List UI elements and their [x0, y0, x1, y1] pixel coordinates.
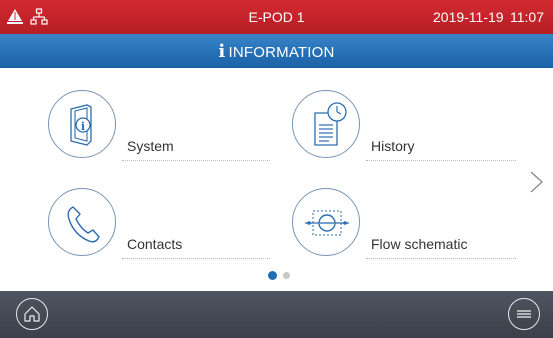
page-dot-1[interactable]	[268, 271, 277, 280]
information-menu: i System History Contacts Flow schematic	[0, 68, 553, 291]
tile-system[interactable]: i System	[48, 90, 273, 162]
status-bar: E-POD 1 2019-11-19 11:07	[0, 0, 553, 34]
tile-system-divider	[122, 160, 270, 161]
footer-bar	[0, 291, 553, 338]
system-icon-circle: i	[48, 90, 116, 158]
page-title: i INFORMATION	[0, 41, 553, 62]
page-indicator	[0, 271, 553, 281]
menu-icon	[517, 310, 531, 318]
tile-history[interactable]: History	[292, 90, 517, 162]
page-title-text: INFORMATION	[228, 44, 335, 61]
tile-contacts[interactable]: Contacts	[48, 188, 273, 260]
tile-contacts-divider	[122, 258, 270, 259]
title-bar: i INFORMATION	[0, 34, 553, 68]
flow-schematic-icon-circle	[292, 188, 360, 256]
chevron-right-icon[interactable]	[527, 170, 545, 194]
device-info-icon: i	[70, 104, 92, 146]
phone-icon	[67, 206, 100, 243]
svg-text:i: i	[81, 120, 85, 133]
history-document-icon	[314, 102, 347, 146]
menu-button[interactable]	[508, 298, 540, 330]
flow-schematic-icon	[305, 210, 349, 236]
contacts-icon-circle	[48, 188, 116, 256]
page-dot-2[interactable]	[283, 272, 290, 279]
tile-history-label: History	[371, 138, 415, 154]
tile-history-divider	[366, 160, 516, 161]
history-icon-circle	[292, 90, 360, 158]
home-icon	[24, 306, 40, 322]
home-button[interactable]	[16, 298, 48, 330]
status-date: 2019-11-19	[433, 9, 504, 25]
tile-system-label: System	[127, 138, 174, 154]
status-time: 11:07	[510, 9, 544, 25]
tile-contacts-label: Contacts	[127, 236, 183, 252]
tile-flow-schematic-divider	[366, 258, 516, 259]
tile-flow-schematic-label: Flow schematic	[371, 236, 468, 252]
info-icon: i	[218, 41, 226, 62]
tile-flow-schematic[interactable]: Flow schematic	[292, 188, 517, 260]
